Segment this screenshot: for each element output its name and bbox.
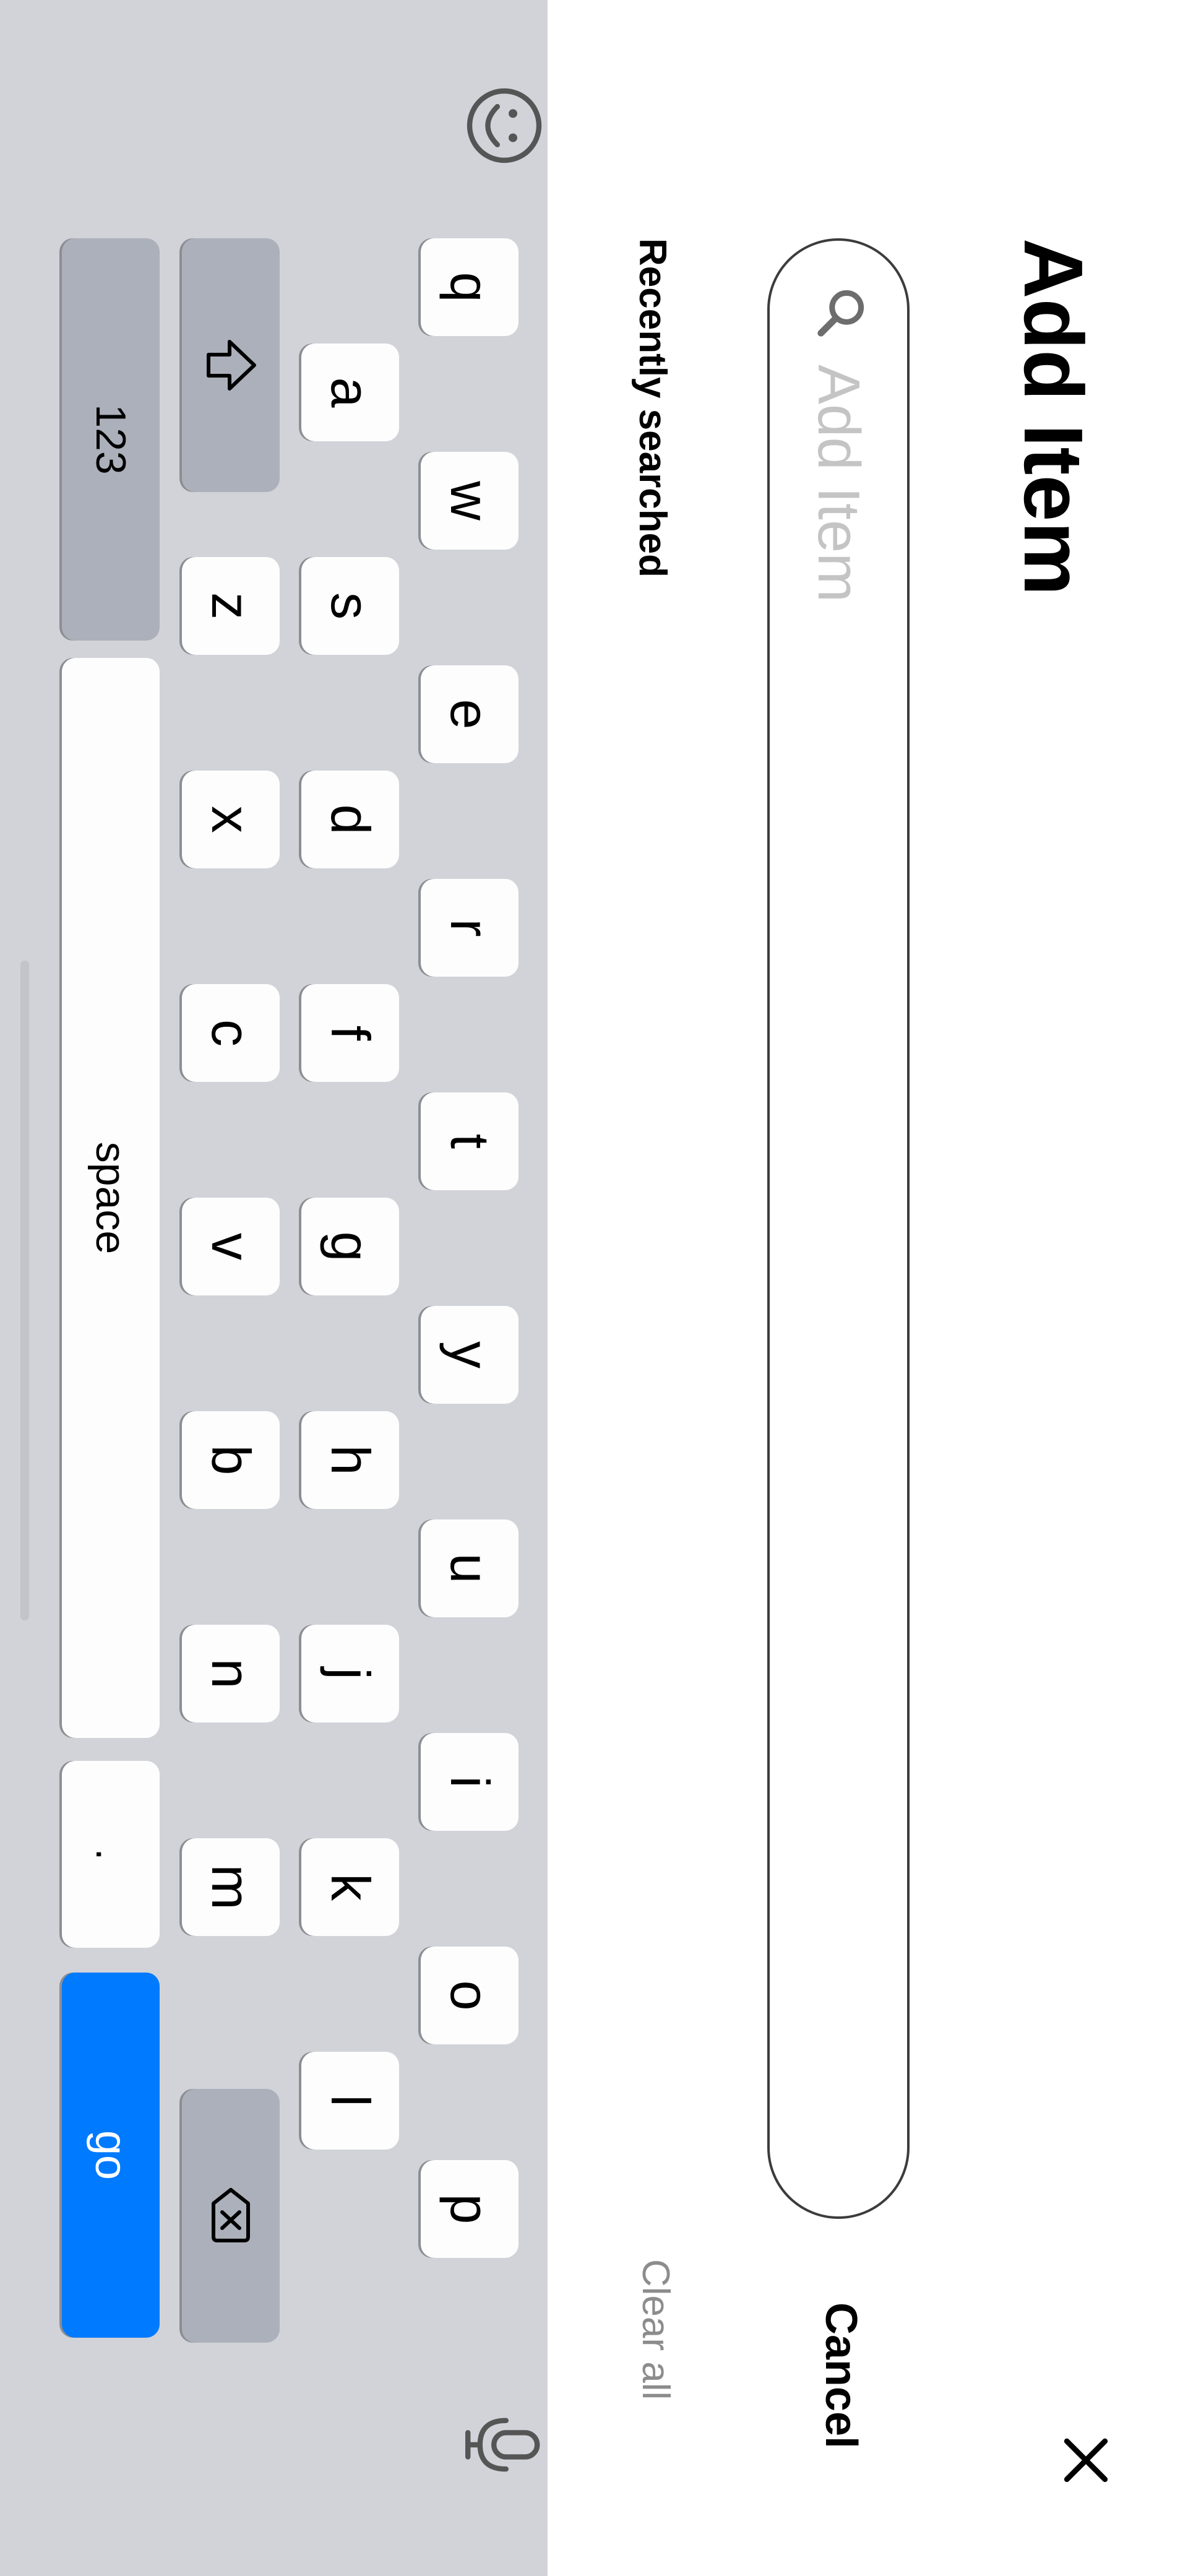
recently-searched-heading: Recently searched — [631, 238, 674, 577]
emoji-icon[interactable] — [461, 82, 548, 169]
key-x[interactable]: x — [182, 771, 280, 868]
search-icon — [817, 290, 864, 337]
add-item-screen: Add Item Cancel Recently searched Clear … — [0, 0, 1188, 2576]
shift-key[interactable] — [182, 238, 280, 492]
key-j[interactable]: j — [301, 1625, 399, 1722]
key-v[interactable]: v — [182, 1198, 280, 1295]
key-s[interactable]: s — [301, 557, 399, 655]
key-b[interactable]: b — [182, 1411, 280, 1509]
key-n[interactable]: n — [182, 1625, 280, 1722]
backspace-key[interactable] — [182, 2089, 280, 2343]
shift-icon — [207, 340, 256, 391]
cancel-button[interactable]: Cancel — [816, 2302, 866, 2448]
key-c[interactable]: c — [182, 984, 280, 1082]
key-p[interactable]: p — [421, 2160, 519, 2258]
key-w[interactable]: w — [421, 452, 519, 550]
key-i[interactable]: i — [421, 1733, 519, 1831]
space-key[interactable]: space — [62, 658, 160, 1738]
key-a[interactable]: a — [301, 344, 399, 441]
key-u[interactable]: u — [421, 1519, 519, 1617]
key-r[interactable]: r — [421, 879, 519, 977]
close-button[interactable] — [1052, 2426, 1120, 2494]
key-d[interactable]: d — [301, 771, 399, 868]
key-g[interactable]: g — [301, 1198, 399, 1295]
home-indicator — [20, 961, 29, 1620]
key-o[interactable]: o — [421, 1947, 519, 2044]
search-field[interactable] — [767, 238, 910, 2219]
key-k[interactable]: k — [301, 1838, 399, 1936]
backspace-icon — [212, 2188, 250, 2242]
key-e[interactable]: e — [421, 665, 519, 763]
period-key[interactable]: . — [62, 1761, 160, 1948]
go-button[interactable]: go — [62, 1973, 160, 2338]
key-z[interactable]: z — [182, 557, 280, 655]
numbers-key[interactable]: 123 — [62, 238, 160, 641]
key-y[interactable]: y — [421, 1306, 519, 1404]
clear-all-button[interactable]: Clear all — [634, 2259, 678, 2400]
keyboard: 123 space . go q w e r t y u i o p a s d f g h j k l z x c v b n… — [0, 0, 548, 2576]
key-l[interactable]: l — [301, 2052, 399, 2150]
close-icon — [1064, 2438, 1108, 2483]
key-t[interactable]: t — [421, 1092, 519, 1190]
key-f[interactable]: f — [301, 984, 399, 1082]
key-q[interactable]: q — [421, 238, 519, 336]
microphone-icon[interactable] — [461, 2401, 548, 2488]
page-title: Add Item — [1007, 238, 1100, 596]
key-m[interactable]: m — [182, 1838, 280, 1936]
search-input[interactable] — [770, 365, 907, 2159]
key-h[interactable]: h — [301, 1411, 399, 1509]
